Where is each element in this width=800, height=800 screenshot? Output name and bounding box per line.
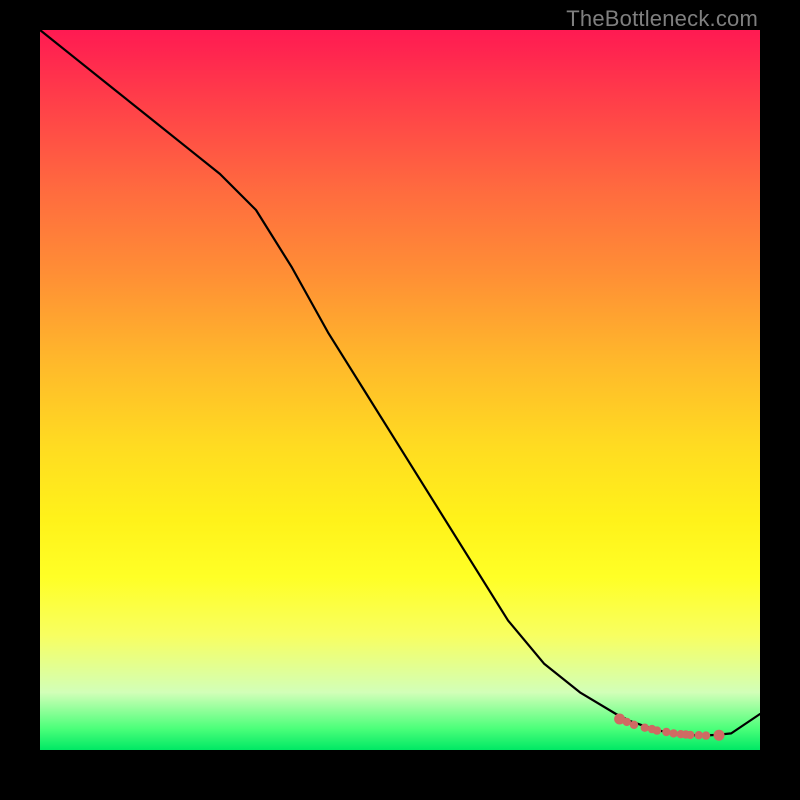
highlight-dots: [614, 714, 724, 741]
highlight-dot: [641, 724, 649, 732]
watermark-text: TheBottleneck.com: [566, 6, 758, 32]
highlight-dot: [623, 718, 631, 726]
chart-overlay: [40, 30, 760, 750]
highlight-dot: [695, 731, 703, 739]
highlight-dot: [630, 721, 638, 729]
highlight-dot: [714, 730, 725, 741]
highlight-dot: [686, 731, 694, 739]
highlight-dot: [653, 726, 661, 734]
highlight-dot: [702, 731, 710, 739]
chart-frame: TheBottleneck.com: [0, 0, 800, 800]
highlight-dot: [669, 729, 677, 737]
highlight-dot: [662, 728, 670, 736]
curve-line: [40, 30, 760, 736]
